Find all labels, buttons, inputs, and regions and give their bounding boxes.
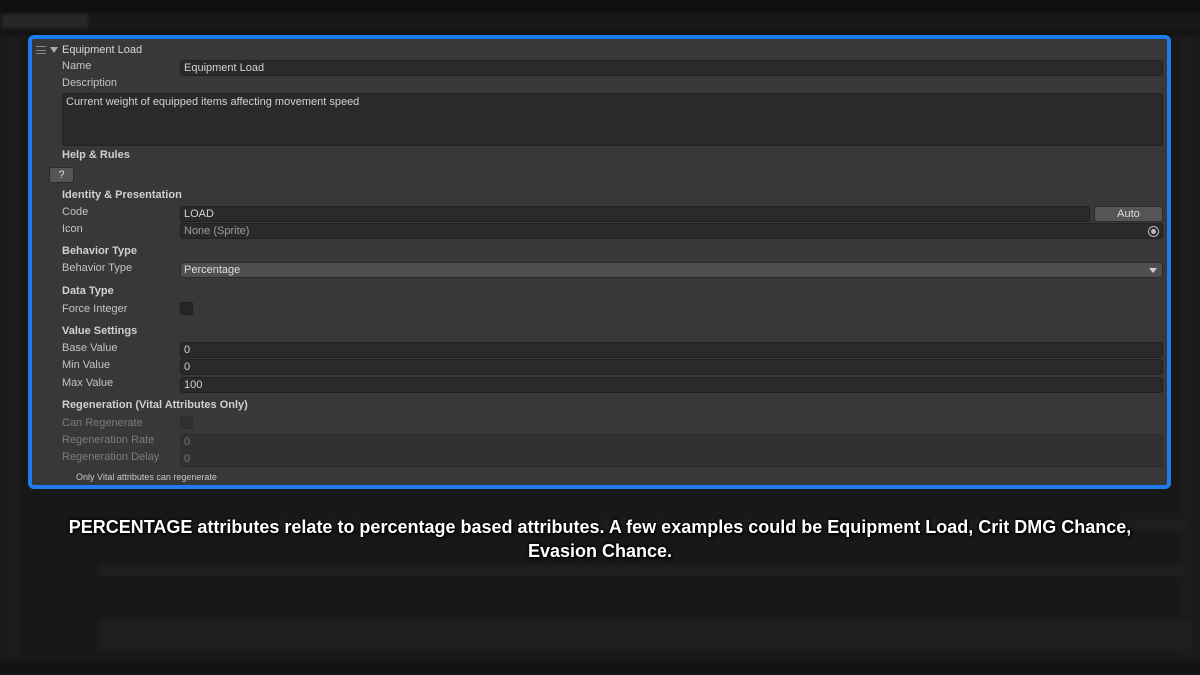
regeneration-rate-label: Regeneration Rate: [62, 434, 155, 446]
max-value-label: Max Value: [62, 377, 114, 389]
can-regenerate-label: Can Regenerate: [62, 417, 143, 429]
regeneration-header: Regeneration (Vital Attributes Only): [62, 399, 248, 411]
regeneration-delay-field[interactable]: 0: [180, 451, 1163, 467]
regeneration-help-text: Only Vital attributes can regenerate: [76, 472, 217, 482]
data-type-header: Data Type: [62, 285, 114, 297]
attribute-inspector-panel: Equipment Load Name Equipment Load Descr…: [28, 35, 1171, 489]
name-label: Name: [62, 60, 92, 72]
foldout-title: Equipment Load: [62, 44, 143, 56]
drag-handle-icon[interactable]: [36, 46, 46, 54]
icon-value: None (Sprite): [184, 225, 250, 237]
code-field[interactable]: LOAD: [180, 206, 1090, 222]
regeneration-delay-label: Regeneration Delay: [62, 451, 160, 463]
can-regenerate-checkbox[interactable]: [180, 416, 193, 429]
tutorial-caption: PERCENTAGE attributes relate to percenta…: [68, 517, 1132, 561]
attribute-foldout[interactable]: Equipment Load: [36, 43, 142, 57]
base-value-label: Base Value: [62, 342, 118, 354]
force-integer-label: Force Integer: [62, 303, 128, 315]
auto-code-button[interactable]: Auto: [1094, 206, 1163, 222]
identity-header: Identity & Presentation: [62, 189, 182, 201]
max-value-field[interactable]: 100: [180, 377, 1163, 393]
help-rules-header: Help & Rules: [62, 149, 130, 161]
name-field[interactable]: Equipment Load: [180, 60, 1163, 76]
behavior-header: Behavior Type: [62, 245, 137, 257]
force-integer-checkbox[interactable]: [180, 302, 193, 315]
min-value-label: Min Value: [62, 359, 111, 371]
icon-object-field[interactable]: None (Sprite): [180, 223, 1163, 239]
help-button[interactable]: ?: [49, 167, 74, 183]
min-value-field[interactable]: 0: [180, 359, 1163, 375]
description-label: Description: [62, 77, 118, 89]
value-settings-header: Value Settings: [62, 325, 138, 337]
chevron-down-icon: [1149, 268, 1157, 273]
behavior-type-label: Behavior Type: [62, 262, 133, 274]
object-picker-icon[interactable]: [1148, 226, 1159, 237]
description-field[interactable]: Current weight of equipped items affecti…: [62, 93, 1163, 146]
icon-label: Icon: [62, 223, 83, 235]
base-value-field[interactable]: 0: [180, 342, 1163, 358]
code-label: Code: [62, 206, 89, 218]
behavior-type-dropdown[interactable]: Percentage: [180, 262, 1163, 278]
behavior-type-value: Percentage: [184, 264, 241, 276]
regeneration-rate-field[interactable]: 0: [180, 434, 1163, 450]
foldout-arrow-icon[interactable]: [50, 47, 58, 53]
